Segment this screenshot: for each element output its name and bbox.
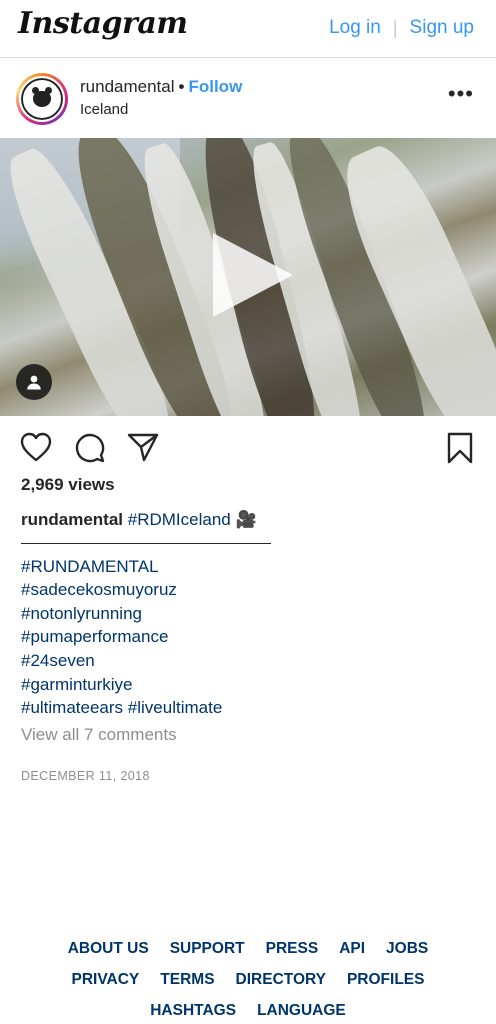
footer-links: ABOUT US SUPPORT PRESS API JOBS PRIVACY … bbox=[0, 940, 496, 1024]
avatar-image bbox=[19, 76, 65, 122]
follow-button[interactable]: Follow bbox=[188, 77, 242, 96]
post-location[interactable]: Iceland bbox=[80, 101, 128, 118]
footer-link-profiles[interactable]: PROFILES bbox=[347, 971, 425, 989]
footer-link-about-us[interactable]: ABOUT US bbox=[68, 940, 149, 958]
post-actions bbox=[0, 424, 496, 468]
post-caption: rundamental #RDMIceland 🎥 #RUNDAMENTAL #… bbox=[21, 508, 471, 720]
hashtag-link[interactable]: #sadecekosmuyoruz bbox=[21, 578, 471, 602]
footer-link-api[interactable]: API bbox=[339, 940, 365, 958]
footer-link-privacy[interactable]: PRIVACY bbox=[72, 971, 140, 989]
view-all-comments-link[interactable]: View all 7 comments bbox=[21, 725, 177, 745]
user-tag-icon[interactable] bbox=[16, 364, 52, 400]
hashtag-link[interactable]: #24seven bbox=[21, 649, 471, 673]
post-author-line: rundamental • Follow bbox=[80, 77, 242, 97]
footer-row: PRIVACY TERMS DIRECTORY PROFILES bbox=[0, 971, 496, 989]
footer-link-press[interactable]: PRESS bbox=[266, 940, 319, 958]
hashtag-link[interactable]: #pumaperformance bbox=[21, 625, 471, 649]
post-header: rundamental • Follow Iceland ••• bbox=[0, 59, 496, 138]
hashtag-link[interactable]: #RDMIceland bbox=[128, 510, 231, 529]
caption-separator-line bbox=[21, 542, 271, 544]
avatar[interactable] bbox=[16, 73, 68, 125]
top-navigation-bar: Instagram Log in | Sign up bbox=[0, 0, 496, 58]
hashtag-link[interactable]: #notonlyrunning bbox=[21, 602, 471, 626]
login-link[interactable]: Log in bbox=[329, 17, 381, 39]
instagram-logo[interactable]: Instagram bbox=[18, 6, 188, 41]
bear-icon bbox=[32, 87, 52, 107]
post-date[interactable]: DECEMBER 11, 2018 bbox=[21, 769, 150, 783]
auth-links: Log in | Sign up bbox=[329, 17, 474, 39]
footer-link-jobs[interactable]: JOBS bbox=[386, 940, 428, 958]
hashtag-link[interactable]: #RUNDAMENTAL bbox=[21, 555, 471, 579]
post-video[interactable] bbox=[0, 138, 496, 416]
heart-icon[interactable] bbox=[20, 432, 52, 467]
play-icon[interactable] bbox=[213, 233, 293, 317]
hashtag-link[interactable]: #liveultimate bbox=[128, 698, 223, 717]
footer-link-hashtags[interactable]: HASHTAGS bbox=[150, 1002, 236, 1020]
separator-dot: • bbox=[178, 77, 185, 96]
post-author-username[interactable]: rundamental bbox=[80, 77, 175, 96]
footer-link-language[interactable]: LANGUAGE bbox=[257, 1002, 346, 1020]
auth-separator: | bbox=[392, 17, 398, 38]
share-icon[interactable] bbox=[127, 432, 159, 467]
footer-link-support[interactable]: SUPPORT bbox=[170, 940, 245, 958]
hashtag-link[interactable]: #garminturkiye bbox=[21, 673, 471, 697]
caption-first-line: rundamental #RDMIceland 🎥 bbox=[21, 508, 471, 532]
rundamental-logo bbox=[21, 78, 63, 120]
hashtag-link[interactable]: #ultimateears bbox=[21, 698, 123, 717]
video-camera-emoji: 🎥 bbox=[235, 510, 257, 529]
caption-username[interactable]: rundamental bbox=[21, 510, 123, 529]
bookmark-icon[interactable] bbox=[446, 432, 474, 469]
footer-row: HASHTAGS LANGUAGE bbox=[0, 1002, 496, 1020]
comment-icon[interactable] bbox=[74, 432, 106, 469]
signup-link[interactable]: Sign up bbox=[410, 17, 474, 39]
caption-last-line: #ultimateears #liveultimate bbox=[21, 696, 471, 720]
view-count[interactable]: 2,969 views bbox=[21, 475, 115, 495]
footer-link-directory[interactable]: DIRECTORY bbox=[236, 971, 326, 989]
footer-row: ABOUT US SUPPORT PRESS API JOBS bbox=[0, 940, 496, 958]
footer-link-terms[interactable]: TERMS bbox=[160, 971, 214, 989]
more-options-icon[interactable]: ••• bbox=[448, 83, 474, 105]
